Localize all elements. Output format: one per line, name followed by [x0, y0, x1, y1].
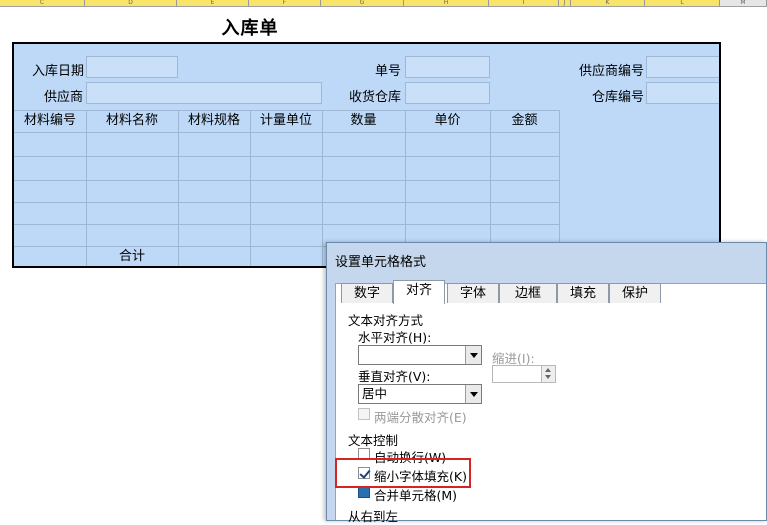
dialog-title: 设置单元格格式	[335, 255, 427, 270]
table-header-material-no: 材料编号	[23, 113, 76, 128]
spinner-arrows-icon[interactable]	[541, 366, 555, 382]
highlight-box	[335, 458, 471, 488]
grid-line	[250, 110, 251, 266]
tab-border[interactable]: 边框	[499, 283, 557, 303]
tab-fill[interactable]: 填充	[557, 283, 609, 303]
label-order-no: 单号	[375, 64, 402, 79]
table-header-unit: 计量单位	[259, 113, 312, 128]
grid-line	[14, 224, 559, 225]
table-header-amount: 金额	[511, 113, 538, 128]
tab-alignment[interactable]: 对齐	[393, 280, 445, 304]
label-warehouse-no: 仓库编号	[592, 90, 645, 105]
section-right-to-left: 从右到左	[348, 509, 399, 524]
warehouse-field[interactable]	[405, 82, 490, 104]
column-header-i[interactable]: I	[489, 0, 559, 6]
supplier-field[interactable]	[86, 82, 322, 104]
column-header-d[interactable]: D	[85, 0, 177, 6]
vertical-align-value: 居中	[362, 386, 388, 401]
column-header-k[interactable]: K	[571, 0, 645, 6]
receipt-form: 入库日期 单号 供应商编号 供应商 收货仓库 仓库编号 材料编号 材料名称 材料…	[12, 42, 721, 268]
label-supplier-no: 供应商编号	[579, 64, 645, 79]
vertical-align-select[interactable]: 居中	[358, 384, 482, 404]
tab-font[interactable]: 字体	[447, 283, 499, 303]
chevron-down-icon[interactable]	[465, 346, 481, 364]
column-header-e[interactable]: E	[177, 0, 249, 6]
grid-line	[322, 110, 323, 266]
chevron-down-icon[interactable]	[465, 385, 481, 403]
column-header-j[interactable]: J	[559, 0, 571, 6]
table-header-unit-price: 单价	[434, 113, 461, 128]
horizontal-align-select[interactable]	[358, 345, 482, 365]
column-header-c[interactable]: C	[0, 0, 85, 6]
label-supplier: 供应商	[44, 90, 84, 105]
distributed-checkbox[interactable]	[358, 408, 370, 420]
column-header-bar: C D E F G H I J K L M	[0, 0, 767, 7]
grid-line	[178, 110, 179, 266]
tab-number[interactable]: 数字	[341, 283, 393, 303]
column-header-h[interactable]: H	[404, 0, 489, 6]
table-header-material-name: 材料名称	[105, 113, 158, 128]
column-header-l[interactable]: L	[645, 0, 720, 6]
label-date: 入库日期	[32, 64, 85, 79]
table-header-material-spec: 材料规格	[187, 113, 240, 128]
column-header-g[interactable]: G	[321, 0, 404, 6]
tab-protection[interactable]: 保护	[609, 283, 661, 303]
label-warehouse: 收货仓库	[349, 90, 402, 105]
warehouse-no-field[interactable]	[646, 82, 719, 104]
grid-line	[86, 110, 87, 266]
order-no-field[interactable]	[405, 56, 490, 78]
sheet-title: 入库单	[221, 18, 279, 39]
dialog-tab-bar: 数字 对齐 字体 边框 填充 保护	[341, 280, 767, 304]
distributed-label: 两端分散对齐(E)	[374, 410, 467, 425]
total-label: 合计	[118, 249, 145, 264]
date-field[interactable]	[86, 56, 178, 78]
grid-line	[14, 132, 559, 133]
horizontal-align-label: 水平对齐(H):	[358, 330, 432, 345]
table-header-quantity: 数量	[350, 113, 377, 128]
vertical-align-label: 垂直对齐(V):	[358, 369, 431, 384]
grid-line	[14, 180, 559, 181]
supplier-no-field[interactable]	[646, 56, 719, 78]
column-header-f[interactable]: F	[249, 0, 321, 6]
column-header-m[interactable]: M	[720, 0, 767, 6]
grid-line	[14, 156, 559, 157]
indent-spinner[interactable]	[492, 365, 556, 383]
grid-line	[14, 202, 559, 203]
